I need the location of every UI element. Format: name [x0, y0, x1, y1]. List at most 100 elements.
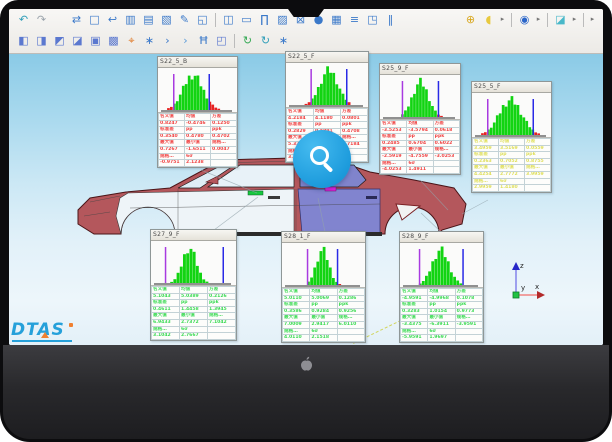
report-document-icon[interactable]: ▥: [122, 11, 139, 28]
table-header-cell: 6σ: [185, 153, 211, 160]
compass-points-icon[interactable]: ∗: [141, 32, 158, 49]
solid-block-4-icon[interactable]: ◪: [69, 32, 86, 49]
table-value-cell: 7.1042: [208, 319, 236, 326]
more-dropdown-icon[interactable]: ▸: [588, 11, 597, 28]
solid-block-2-icon[interactable]: ◨: [33, 32, 50, 49]
table-value-cell: 0.2126: [208, 293, 236, 300]
panel-histogram: [400, 243, 483, 288]
rear-door-panel[interactable]: [298, 189, 380, 233]
assembly-table-icon[interactable]: ▣: [87, 32, 104, 49]
table-header-cell: pp: [499, 152, 525, 159]
table-value-cell: 2.7772: [499, 171, 525, 178]
apple-logo-icon: [298, 355, 314, 373]
t-section-view-icon[interactable]: ∏: [256, 11, 273, 28]
mirror-panes-icon[interactable]: ‖: [382, 11, 399, 28]
table-value-cell: 0.8247: [159, 120, 185, 127]
table-value-cell: 0.3586: [283, 308, 310, 315]
table-value-cell: 2.7372: [180, 319, 208, 326]
table-header-cell: 标准差: [401, 302, 428, 309]
measurement-panel-S25_9_F[interactable]: S25_9_F 名义值均值方差-3.5253-3.57940.0618标准差pp…: [379, 63, 461, 175]
target-measure-icon[interactable]: ⊕: [462, 11, 479, 28]
database-refresh-1-icon[interactable]: ↻: [239, 32, 256, 49]
import-model-icon[interactable]: ↩: [104, 11, 121, 28]
table-value-cell: 4.0110: [283, 335, 310, 342]
fixture-block-icon[interactable]: ◰: [213, 32, 230, 49]
measurement-panel-S28_1_F[interactable]: S28_1_F 名义值均值方差5.01105.00690.1286标准差pppp…: [281, 231, 366, 343]
solid-block-1-icon[interactable]: ◧: [15, 32, 32, 49]
panel-title[interactable]: S22_5_F: [286, 52, 368, 63]
table-value-cell: 2.9417: [310, 321, 337, 328]
table-value-cell: 0.7052: [499, 158, 525, 165]
table-header-cell: 最小值: [180, 313, 208, 320]
sphere-dropdown-icon[interactable]: ▸: [534, 11, 543, 28]
document-panel-icon[interactable]: ◱: [194, 11, 211, 28]
undo-icon[interactable]: ↶: [15, 11, 32, 28]
panel-title[interactable]: S22_5_B: [158, 57, 237, 68]
measurement-panel-S22_5_B[interactable]: S22_5_B 名义值均值方差0.8247-0.47460.1250标准差ppp…: [157, 56, 238, 168]
axes-triad[interactable]: z y x: [496, 258, 550, 306]
window-view-icon[interactable]: ▭: [238, 11, 255, 28]
vector-arrow-1-icon[interactable]: ›: [159, 32, 176, 49]
sphere-tool-icon[interactable]: ◉: [516, 11, 533, 28]
solid-block-3-icon[interactable]: ◩: [51, 32, 68, 49]
copy-document-icon[interactable]: ▤: [140, 11, 157, 28]
sync-documents-icon[interactable]: ⇄: [68, 11, 85, 28]
table-value-cell: 1.9697: [428, 335, 455, 342]
panel-histogram: [151, 241, 236, 286]
document-list-icon[interactable]: ▧: [158, 11, 175, 28]
table-header-cell: 最大值: [401, 315, 428, 322]
split-columns-view-icon[interactable]: ◫: [220, 11, 237, 28]
front-door-panel[interactable]: [116, 189, 294, 234]
table-value-cell: 0.0618: [433, 127, 459, 134]
table-value-cell: -0.9751: [159, 160, 185, 167]
panel-table: 名义值均值方差3.49593.51690.0559标准差ppppk0.23630…: [472, 138, 551, 192]
table-value-cell: 5.0389: [180, 293, 208, 300]
panel-table: 名义值均值方差5.10435.03890.2126标准差ppppk0.46111…: [151, 286, 236, 340]
new-document-icon[interactable]: □: [86, 11, 103, 28]
table-value-cell: 3.5169: [499, 145, 525, 152]
table-value-cell: 1.4458: [180, 306, 208, 313]
table-value-cell: 0.4611: [152, 306, 180, 313]
page-export-icon[interactable]: ◳: [364, 11, 381, 28]
table-header-cell: 最小值: [499, 165, 525, 172]
table-header-cell: 标准差: [159, 127, 185, 134]
measurement-panel-S28_9_F[interactable]: S28_9_F 名义值均值方差-4.9591-4.99680.1078标准差pp…: [399, 231, 484, 343]
assembly-box-icon[interactable]: ▩: [105, 32, 122, 49]
point-cloud-view-icon[interactable]: ▨: [274, 11, 291, 28]
zoom-search-button[interactable]: [293, 130, 351, 188]
table-header-cell: 规格…: [211, 140, 237, 147]
measurement-panel-S27_9_F[interactable]: S27_9_F 名义值均值方差5.10435.03890.2126标准差pppp…: [150, 229, 237, 341]
table-value-cell: -3.4375: [401, 321, 428, 328]
panel-title[interactable]: S25_9_F: [380, 64, 460, 75]
chart-report-icon[interactable]: ◪: [552, 11, 569, 28]
table-value-cell: -4.9968: [428, 295, 455, 302]
panel-title[interactable]: S28_9_F: [400, 232, 483, 243]
table-value-cell: 3.9959: [525, 171, 551, 178]
panel-title[interactable]: S25_5_F: [472, 82, 551, 93]
measure-marker-green[interactable]: [248, 191, 263, 195]
toolbar-separator: [234, 34, 235, 48]
panel-title[interactable]: S28_1_F: [282, 232, 365, 243]
screen: ↶↷⇄□↩▥▤▧✎◱◫▭∏▨⊠●▦≡◳‖⊕◖▸◉▸◪▸▸ ◧◨◩◪▣▩⌖∗››Ħ…: [9, 9, 603, 345]
measurement-panel-S25_5_F[interactable]: S25_5_F 名义值均值方差3.49593.51690.0559标准差pppp…: [471, 81, 552, 193]
database-refresh-2-icon[interactable]: ↻: [257, 32, 274, 49]
dtas-logo: DTAS: [11, 322, 81, 339]
vector-arrow-2-icon[interactable]: ›: [177, 32, 194, 49]
locator-pin-icon[interactable]: ⌖: [123, 32, 140, 49]
edit-document-icon[interactable]: ✎: [176, 11, 193, 28]
table-value-cell: 0.1286: [337, 295, 364, 302]
h-datum-icon[interactable]: Ħ: [195, 32, 212, 49]
protractor-measure-icon[interactable]: ◖: [480, 11, 497, 28]
panel-title[interactable]: S27_9_F: [151, 230, 236, 241]
table-value-cell: 0.8755: [525, 158, 551, 165]
table-header-cell: 规格…: [455, 315, 482, 322]
clamp-section-tool-icon[interactable]: ≡: [346, 11, 363, 28]
table-header-cell: pp: [180, 300, 208, 307]
redo-icon[interactable]: ↷: [33, 11, 50, 28]
measure-dropdown-icon[interactable]: ▸: [498, 11, 507, 28]
mesh-view-icon[interactable]: ▦: [328, 11, 345, 28]
chart-dropdown-icon[interactable]: ▸: [570, 11, 579, 28]
table-value-cell: 1.0154: [428, 308, 455, 315]
table-header-cell: 规格…: [283, 328, 310, 335]
scatter-star-icon[interactable]: ∗: [275, 32, 292, 49]
